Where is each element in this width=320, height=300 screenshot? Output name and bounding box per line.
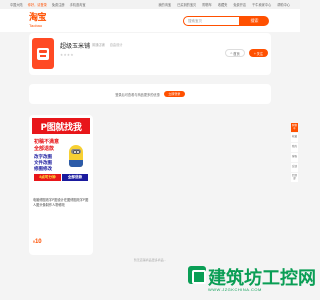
top-nav-left: 中国大陆 你好，请登录 免费注册 手机逛淘宝: [10, 2, 86, 7]
shop-home-label: 首页: [233, 51, 240, 56]
product-description[interactable]: 电脑修图改字P图设计在图修图改字P图人图头像制作人物修改: [33, 198, 89, 208]
login-notice-bar: 登录后可查看与商品更多的优惠 立即登录: [29, 84, 271, 104]
shop-rating-stars: ★★★★: [60, 53, 74, 57]
right-toolbar: 购物车 收藏 我的 客服 反馈 回顶部: [291, 123, 298, 182]
watermark-url: WWW.JZGKCHINA.COM: [208, 287, 262, 292]
taobao-logo[interactable]: 淘宝 Taobao: [29, 12, 47, 28]
product-image-title: P图就找我: [32, 118, 90, 134]
purchased-link[interactable]: 已买到的宝贝: [177, 2, 196, 7]
sidebar-service[interactable]: 客服: [291, 153, 298, 162]
register-link[interactable]: 免费注册: [52, 2, 65, 7]
help-link[interactable]: 帮助中心: [277, 2, 290, 7]
watermark-logo-icon: [188, 266, 206, 284]
favorites-link[interactable]: 收藏夹: [218, 2, 228, 7]
logo-cn: 淘宝: [29, 12, 47, 23]
product-card[interactable]: P图就找我 初稿不满意 全部退款 改字改图 文件改图 修图修改 8点可分钟 全部…: [29, 115, 93, 255]
shop-logo[interactable]: [32, 38, 54, 69]
home-icon: ⌂: [230, 51, 233, 55]
top-nav-right: 我的淘宝 已买到的宝贝 购物车 收藏夹 免费开店 千牛卖家中心 帮助中心: [158, 2, 290, 7]
search-button[interactable]: 搜索: [240, 16, 269, 26]
open-shop-link[interactable]: 免费开店: [233, 2, 246, 7]
login-notice-text: 登录后可查看与商品更多的优惠: [115, 92, 160, 97]
sidebar-cart[interactable]: 购物车: [291, 123, 298, 132]
shop-meta: 普通店铺 自由设计: [92, 42, 123, 47]
price-value: 10: [34, 239, 42, 245]
login-link[interactable]: 你好，请登录: [28, 2, 47, 7]
sidebar-favorites[interactable]: 收藏: [291, 133, 298, 142]
region-link[interactable]: 中国大陆: [10, 2, 23, 7]
logo-en: Taobao: [29, 22, 43, 28]
login-now-button[interactable]: 立即登录: [163, 91, 185, 97]
shop-type: 普通店铺: [92, 43, 105, 47]
top-nav-bar: 中国大陆 你好，请登录 免费注册 手机逛淘宝 我的淘宝 已买到的宝贝 购物车 收…: [0, 0, 300, 9]
sidebar-top[interactable]: 回顶部: [291, 173, 298, 182]
shop-home-button[interactable]: ⌂ 首页: [225, 49, 245, 57]
search-input[interactable]: 搜索宝贝: [183, 16, 240, 26]
product-image-badge: 全部退款: [62, 174, 88, 181]
follow-button[interactable]: + 关注: [249, 49, 268, 57]
product-image-badge: 8点可分钟: [34, 174, 61, 181]
my-taobao-link[interactable]: 我的淘宝: [158, 2, 171, 7]
minion-illustration: [67, 143, 85, 171]
mobile-link[interactable]: 手机逛淘宝: [70, 2, 86, 7]
cart-link[interactable]: 购物车: [202, 2, 212, 7]
seller-center-link[interactable]: 千牛卖家中心: [252, 2, 271, 7]
product-image-line: 修图修改: [34, 166, 52, 171]
product-image[interactable]: P图就找我 初稿不满意 全部退款 改字改图 文件改图 修图修改 8点可分钟 全部…: [32, 118, 90, 192]
shop-logo-icon: [37, 47, 49, 60]
shop-design: 自由设计: [109, 43, 123, 47]
product-price: ¥10: [33, 239, 42, 245]
product-image-line: 初稿不满意: [34, 139, 60, 145]
shop-name[interactable]: 超级玉米铺: [60, 41, 90, 50]
site-header: 淘宝 Taobao 搜索宝贝 搜索: [0, 9, 300, 32]
site-watermark: 建筑坊工控网 WWW.JZGKCHINA.COM: [188, 262, 316, 296]
sidebar-feedback[interactable]: 反馈: [291, 163, 298, 172]
shop-info-card: 超级玉米铺 普通店铺 自由设计 ★★★★ ⌂ 首页 + 关注: [29, 33, 271, 75]
sidebar-mine[interactable]: 我的: [291, 143, 298, 152]
product-image-line: 全部退款: [34, 146, 55, 152]
